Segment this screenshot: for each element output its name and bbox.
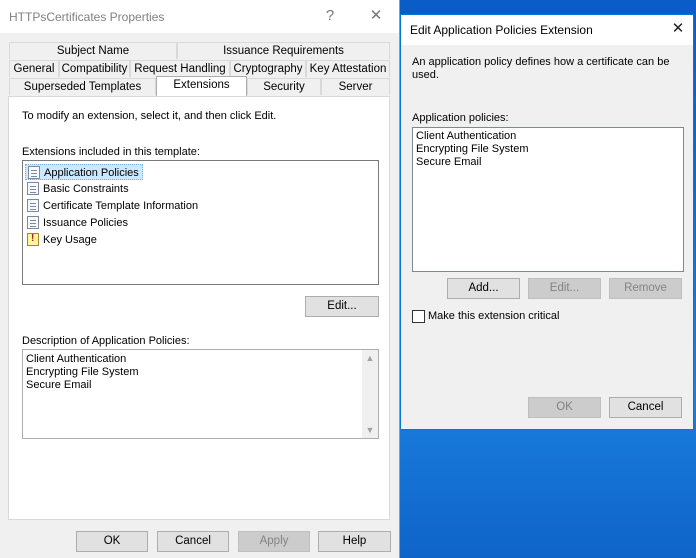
close-icon[interactable]: ✕: [667, 19, 689, 39]
application-policies-list[interactable]: Client Authentication Encrypting File Sy…: [412, 127, 684, 272]
extension-icon: [27, 182, 39, 195]
list-item-certificate-template-information[interactable]: Certificate Template Information: [25, 198, 201, 214]
close-icon[interactable]: ✕: [365, 6, 387, 26]
instruction-text: To modify an extension, select it, and t…: [22, 110, 277, 122]
tab-issuance-requirements[interactable]: Issuance Requirements: [177, 42, 390, 59]
critical-checkbox[interactable]: [412, 310, 425, 323]
certificate-properties-dialog: HTTPsCertificates Properties ? ✕ Subject…: [0, 0, 400, 558]
extension-icon: [27, 199, 39, 212]
ok-button[interactable]: OK: [76, 531, 148, 552]
tab-cryptography[interactable]: Cryptography: [230, 60, 306, 77]
extension-icon: [28, 166, 40, 179]
remove-policy-button[interactable]: Remove: [609, 278, 682, 299]
cancel-button[interactable]: Cancel: [157, 531, 229, 552]
list-item-secure-email[interactable]: Secure Email: [414, 156, 528, 169]
tab-request-handling[interactable]: Request Handling: [130, 60, 230, 77]
list-item-label: Application Policies: [44, 167, 139, 179]
help-button[interactable]: Help: [318, 531, 391, 552]
list-item-label: Issuance Policies: [43, 217, 128, 229]
tab-extensions[interactable]: Extensions: [156, 76, 247, 96]
tab-compatibility[interactable]: Compatibility: [59, 60, 130, 77]
list-item-label: Certificate Template Information: [43, 200, 199, 212]
ok-button[interactable]: OK: [528, 397, 601, 418]
extensions-list[interactable]: Application Policies Basic Constraints C…: [22, 160, 379, 285]
list-item-key-usage[interactable]: Key Usage: [25, 232, 100, 248]
list-item-encrypting-file-system[interactable]: Encrypting File System: [414, 143, 528, 156]
dialog-title: Edit Application Policies Extension: [410, 23, 593, 37]
scroll-up-icon[interactable]: ▲: [362, 350, 378, 366]
description-scrollbar[interactable]: ▲ ▼: [362, 350, 378, 438]
description-textbox[interactable]: Client Authentication Encrypting File Sy…: [22, 349, 379, 439]
description-text: Client Authentication Encrypting File Sy…: [24, 353, 138, 392]
dialog-title: HTTPsCertificates Properties: [9, 10, 165, 24]
edit-application-policies-dialog: Edit Application Policies Extension ✕ An…: [400, 14, 694, 430]
cancel-button[interactable]: Cancel: [609, 397, 682, 418]
description-label: Description of Application Policies:: [22, 335, 190, 347]
application-policies-label: Application policies:: [412, 112, 509, 124]
tab-server[interactable]: Server: [321, 78, 390, 95]
add-policy-button[interactable]: Add...: [447, 278, 520, 299]
list-item-client-authentication[interactable]: Client Authentication: [414, 130, 528, 143]
list-item-application-policies[interactable]: Application Policies: [25, 164, 143, 180]
list-item-basic-constraints[interactable]: Basic Constraints: [25, 181, 132, 197]
tab-general[interactable]: General: [9, 60, 59, 77]
tab-superseded-templates[interactable]: Superseded Templates: [9, 78, 156, 95]
critical-checkbox-label[interactable]: Make this extension critical: [428, 310, 559, 322]
edit-policy-button[interactable]: Edit...: [528, 278, 601, 299]
tab-security[interactable]: Security: [247, 78, 321, 95]
extensions-label: Extensions included in this template:: [22, 146, 200, 158]
title-bar: Edit Application Policies Extension ✕: [401, 15, 693, 45]
help-icon[interactable]: ?: [319, 6, 341, 26]
extension-icon: [27, 216, 39, 229]
list-item-label: Key Usage: [43, 234, 97, 246]
tab-key-attestation[interactable]: Key Attestation: [306, 60, 390, 77]
list-item-issuance-policies[interactable]: Issuance Policies: [25, 215, 131, 231]
description-line: Client Authentication: [26, 353, 127, 365]
policy-description-text: An application policy defines how a cert…: [412, 56, 670, 81]
title-bar: HTTPsCertificates Properties ? ✕: [0, 0, 399, 33]
list-item-label: Basic Constraints: [43, 183, 129, 195]
key-usage-warning-icon: [27, 233, 39, 246]
edit-extension-button[interactable]: Edit...: [305, 296, 379, 317]
apply-button[interactable]: Apply: [238, 531, 310, 552]
description-line: Encrypting File System: [26, 366, 139, 378]
description-line: Secure Email: [26, 379, 92, 391]
scroll-down-icon[interactable]: ▼: [362, 422, 378, 438]
tab-subject-name[interactable]: Subject Name: [9, 42, 177, 59]
extensions-tab-panel: To modify an extension, select it, and t…: [8, 96, 390, 520]
